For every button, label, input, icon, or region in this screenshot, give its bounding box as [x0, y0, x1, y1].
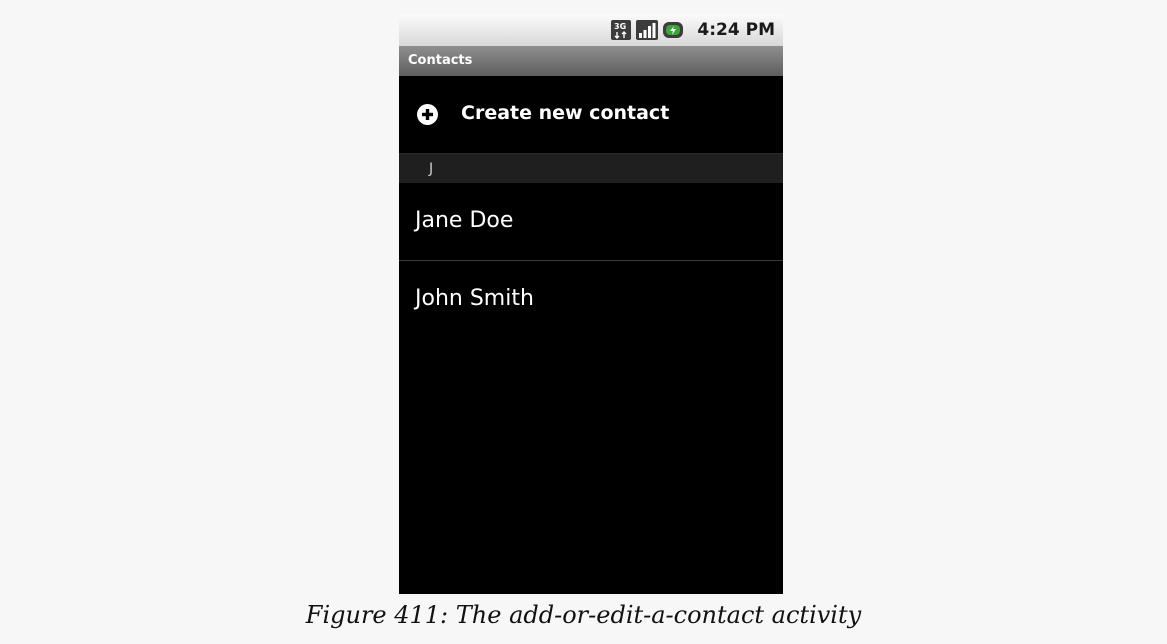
page: 3G 4:24 PM Contacts Create new contact J…	[0, 0, 1167, 644]
contact-name: Jane Doe	[415, 208, 514, 233]
section-letter: J	[429, 161, 434, 177]
phone-screen: 3G 4:24 PM Contacts Create new contact J…	[399, 14, 783, 594]
figure-caption: Figure 411: The add-or-edit-a-contact ac…	[305, 601, 862, 629]
contact-list-item[interactable]: Jane Doe	[399, 183, 783, 260]
add-circle-icon	[417, 104, 438, 125]
svg-text:3G: 3G	[614, 22, 626, 31]
title-bar: Contacts	[399, 46, 783, 76]
app-title: Contacts	[408, 53, 473, 68]
status-time: 4:24 PM	[697, 20, 775, 40]
signal-strength-icon	[636, 20, 658, 40]
battery-charging-icon	[663, 22, 683, 38]
status-bar: 3G 4:24 PM	[399, 14, 783, 46]
contact-name: John Smith	[415, 286, 534, 311]
3g-data-icon: 3G	[611, 20, 631, 40]
create-new-contact-button[interactable]: Create new contact	[399, 76, 783, 152]
contact-list-item[interactable]: John Smith	[399, 261, 783, 338]
section-header: J	[399, 153, 783, 183]
create-new-contact-label: Create new contact	[461, 102, 670, 124]
